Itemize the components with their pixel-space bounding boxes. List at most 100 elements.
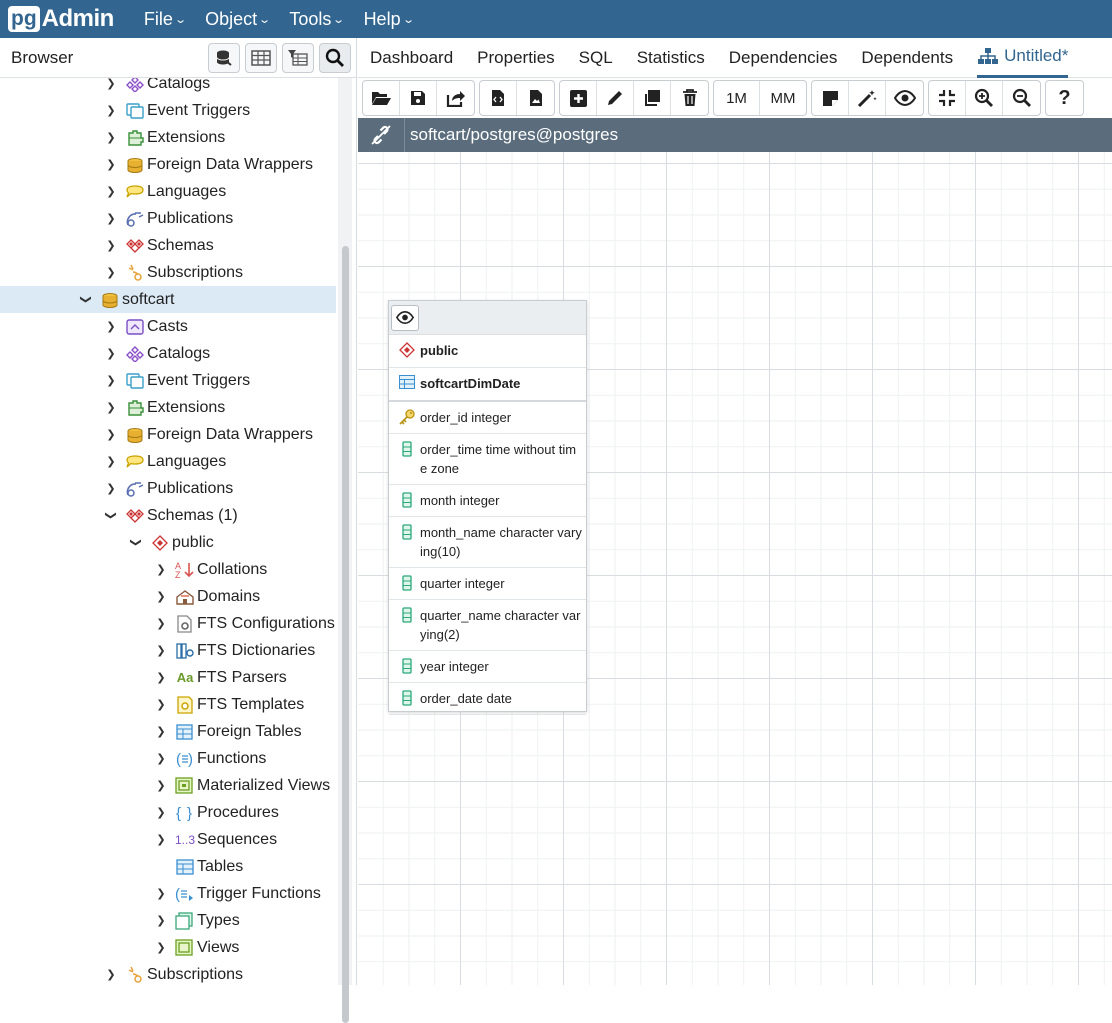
chevron-right-icon[interactable]: ❯ <box>105 401 117 414</box>
tree-node[interactable]: ❯ Casts <box>0 313 336 340</box>
edit-table-button[interactable] <box>597 81 634 115</box>
chevron-right-icon[interactable]: ❯ <box>105 185 117 198</box>
chevron-right-icon[interactable]: ❯ <box>155 617 167 630</box>
zoom-out-button[interactable] <box>1003 81 1040 115</box>
tab-properties[interactable]: Properties <box>477 38 554 78</box>
chevron-right-icon[interactable]: ❯ <box>105 455 117 468</box>
tree-node[interactable]: ❯ FTS Dictionaries <box>0 637 336 664</box>
tree-node[interactable]: ❯ A Z Collations <box>0 556 336 583</box>
chevron-right-icon[interactable]: ❯ <box>105 320 117 333</box>
zoom-fit-button[interactable] <box>929 81 966 115</box>
chevron-right-icon[interactable]: ❯ <box>105 78 117 90</box>
chevron-right-icon[interactable]: ❯ <box>155 887 167 900</box>
menu-help[interactable]: Help ⌄ <box>364 9 415 30</box>
one-to-many-button[interactable]: 1M <box>714 81 760 115</box>
clone-table-button[interactable] <box>634 81 671 115</box>
add-note-button[interactable] <box>812 81 849 115</box>
toggle-details-button[interactable] <box>391 304 419 331</box>
chevron-right-icon[interactable]: ❯ <box>155 671 167 684</box>
tree-node[interactable]: ❯ Foreign Tables <box>0 718 336 745</box>
tree-node[interactable]: Tables <box>0 853 336 880</box>
tab-sql[interactable]: SQL <box>579 38 613 78</box>
tree-scrollbar-thumb[interactable] <box>342 246 349 1023</box>
view-data-button[interactable] <box>245 42 277 73</box>
chevron-right-icon[interactable]: ❯ <box>155 590 167 603</box>
tree-node[interactable]: ❯ FTS Templates <box>0 691 336 718</box>
chevron-down-icon[interactable]: ❯ <box>105 510 118 522</box>
chevron-right-icon[interactable]: ❯ <box>105 158 117 171</box>
connection-status-button[interactable] <box>358 118 405 152</box>
chevron-right-icon[interactable]: ❯ <box>155 806 167 819</box>
tree-node[interactable]: ❯ Subscriptions <box>0 961 336 985</box>
chevron-right-icon[interactable]: ❯ <box>155 833 167 846</box>
tree-node[interactable]: ❯ Types <box>0 907 336 934</box>
zoom-in-button[interactable] <box>966 81 1003 115</box>
tree-node[interactable]: ❯ Foreign Data Wrappers <box>0 421 336 448</box>
tree-node[interactable]: ❯ Domains <box>0 583 336 610</box>
tree-node[interactable]: ❯ () Functions <box>0 745 336 772</box>
menu-file[interactable]: File ⌄ <box>144 9 187 30</box>
tree-node[interactable]: ❯ Languages <box>0 448 336 475</box>
chevron-right-icon[interactable]: ❯ <box>105 239 117 252</box>
tree-node[interactable]: ❯ Schemas (1) <box>0 502 336 529</box>
tree-node[interactable]: ❯ 1..3 Sequences <box>0 826 336 853</box>
chevron-right-icon[interactable]: ❯ <box>105 212 117 225</box>
chevron-right-icon[interactable]: ❯ <box>105 104 117 117</box>
chevron-right-icon[interactable]: ❯ <box>155 563 167 576</box>
tree-node[interactable]: ❯ Materialized Views <box>0 772 336 799</box>
tree-node[interactable]: ❯ Subscriptions <box>0 259 336 286</box>
chevron-right-icon[interactable]: ❯ <box>155 698 167 711</box>
chevron-right-icon[interactable]: ❯ <box>105 482 117 495</box>
tab-dependents[interactable]: Dependents <box>861 38 953 78</box>
tree-node[interactable]: ❯ FTS Configurations <box>0 610 336 637</box>
tree-node[interactable]: ❯ Event Triggers <box>0 367 336 394</box>
tree-node[interactable]: ❯{} Procedures <box>0 799 336 826</box>
tree-node[interactable]: ❯ (Trigger Functions <box>0 880 336 907</box>
erd-table-node[interactable]: public softcartDimDate order_id integer o… <box>388 300 587 715</box>
many-to-many-button[interactable]: MM <box>760 81 806 115</box>
tab-statistics[interactable]: Statistics <box>637 38 705 78</box>
tree-node[interactable]: ❯ Extensions <box>0 124 336 151</box>
chevron-right-icon[interactable]: ❯ <box>155 914 167 927</box>
tree-node[interactable]: ❯ Publications <box>0 475 336 502</box>
open-button[interactable] <box>363 81 400 115</box>
tree-node[interactable]: ❯ Event Triggers <box>0 97 336 124</box>
download-image-button[interactable] <box>517 81 554 115</box>
tree-node[interactable]: ❯ Publications <box>0 205 336 232</box>
tree-node[interactable]: ❯ softcart <box>0 286 336 313</box>
chevron-right-icon[interactable]: ❯ <box>155 941 167 954</box>
export-button[interactable] <box>437 81 474 115</box>
drop-table-button[interactable] <box>671 81 708 115</box>
query-tool-button[interactable] <box>208 42 240 73</box>
chevron-down-icon[interactable]: ❯ <box>80 294 93 306</box>
filtered-rows-button[interactable] <box>282 42 314 73</box>
tree-node[interactable]: ❯ Foreign Data Wrappers <box>0 151 336 178</box>
tab-erd-untitled[interactable]: Untitled* <box>977 38 1069 78</box>
chevron-right-icon[interactable]: ❯ <box>105 266 117 279</box>
chevron-right-icon[interactable]: ❯ <box>155 644 167 657</box>
tree-node[interactable]: ❯ Catalogs <box>0 340 336 367</box>
chevron-right-icon[interactable]: ❯ <box>105 347 117 360</box>
search-objects-button[interactable] <box>319 42 351 73</box>
tree-node[interactable]: ❯ Aa FTS Parsers <box>0 664 336 691</box>
help-button[interactable]: ? <box>1046 81 1083 115</box>
tree-node[interactable]: ❯ public <box>0 529 336 556</box>
menu-tools[interactable]: Tools ⌄ <box>289 9 345 30</box>
chevron-right-icon[interactable]: ❯ <box>105 131 117 144</box>
chevron-right-icon[interactable]: ❯ <box>155 779 167 792</box>
chevron-down-icon[interactable]: ❯ <box>130 537 143 549</box>
chevron-right-icon[interactable]: ❯ <box>105 968 117 981</box>
tree-node[interactable]: ❯ Views <box>0 934 336 961</box>
add-table-button[interactable] <box>560 81 597 115</box>
chevron-right-icon[interactable]: ❯ <box>105 374 117 387</box>
chevron-right-icon[interactable]: ❯ <box>155 725 167 738</box>
tab-dependencies[interactable]: Dependencies <box>729 38 838 78</box>
auto-align-button[interactable] <box>849 81 886 115</box>
tree-node[interactable]: ❯ Catalogs <box>0 78 336 97</box>
chevron-right-icon[interactable]: ❯ <box>155 752 167 765</box>
tree-node[interactable]: ❯ Schemas <box>0 232 336 259</box>
save-button[interactable] <box>400 81 437 115</box>
tree-node[interactable]: ❯ Extensions <box>0 394 336 421</box>
chevron-right-icon[interactable]: ❯ <box>105 428 117 441</box>
tab-dashboard[interactable]: Dashboard <box>370 38 453 78</box>
